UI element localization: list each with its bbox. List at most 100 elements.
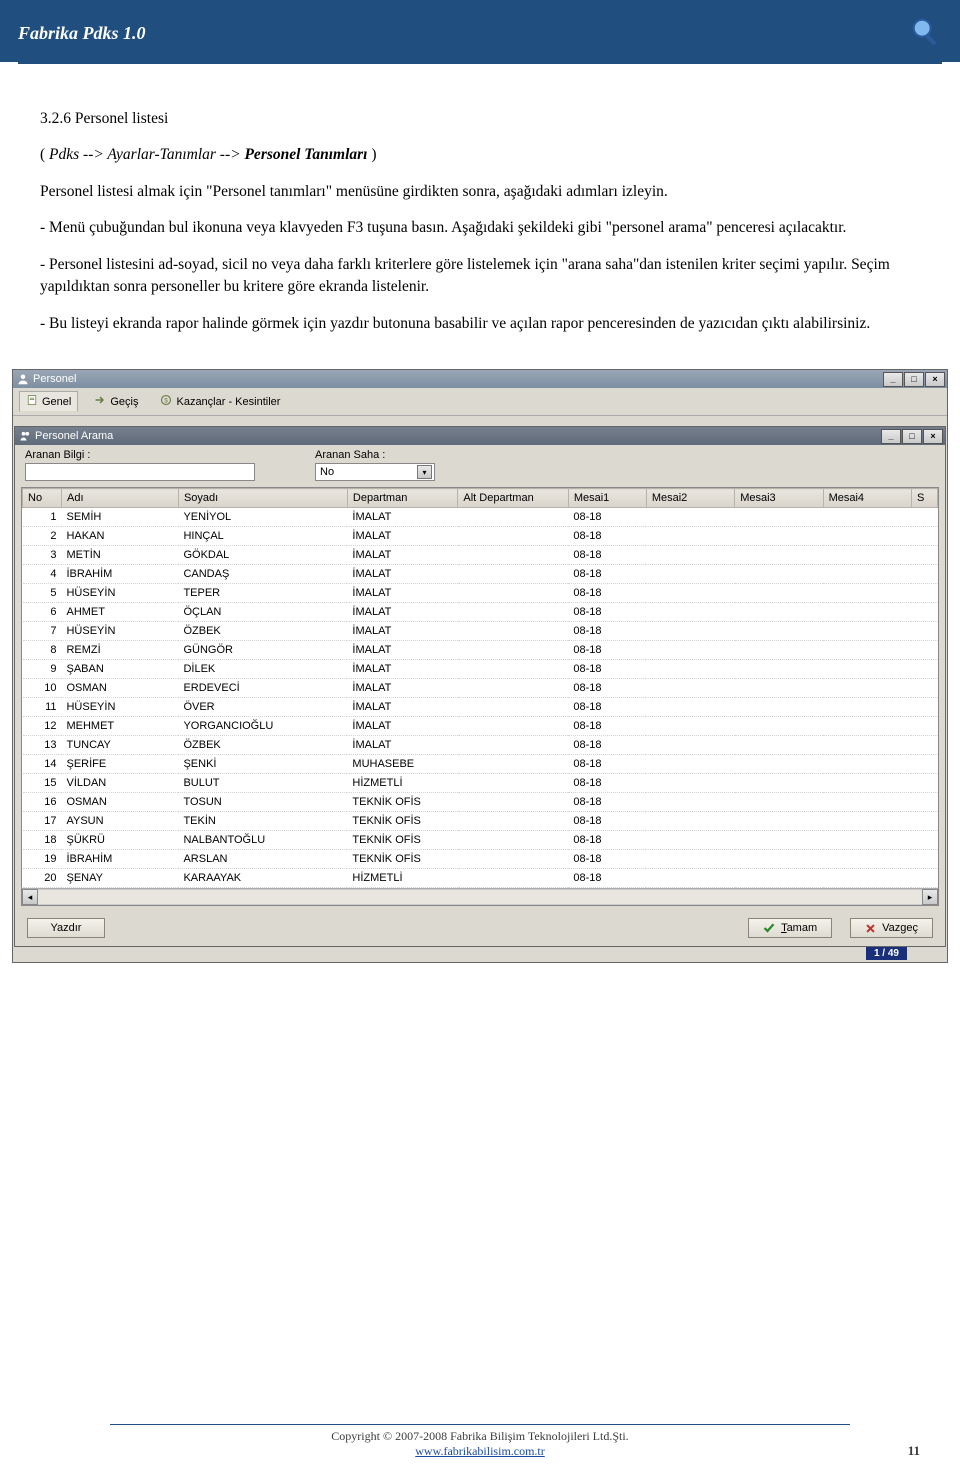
table-row[interactable]: 15VİLDANBULUTHİZMETLİ08-18 <box>23 774 938 793</box>
scroll-right-icon[interactable]: ▸ <box>922 889 938 905</box>
table-cell: OSMAN <box>61 679 178 698</box>
bc-open: ( <box>40 146 49 163</box>
table-cell <box>911 584 937 603</box>
svg-text:$: $ <box>165 399 169 405</box>
th-no[interactable]: No <box>23 489 62 508</box>
inner-close-button[interactable]: × <box>923 429 943 444</box>
table-cell: MUHASEBE <box>347 755 457 774</box>
scroll-track[interactable] <box>38 889 922 905</box>
table-cell <box>458 774 568 793</box>
table-cell: HÜSEYİN <box>61 622 178 641</box>
aranan-saha-select[interactable]: No <box>315 463 435 481</box>
table-row[interactable]: 3METİNGÖKDALİMALAT08-18 <box>23 546 938 565</box>
aranan-bilgi-label: Aranan Bilgi : <box>25 449 255 461</box>
table-row[interactable]: 4İBRAHİMCANDAŞİMALAT08-18 <box>23 565 938 584</box>
table-cell <box>458 869 568 888</box>
table-row[interactable]: 18ŞÜKRÜNALBANTOĞLUTEKNİK OFİS08-18 <box>23 831 938 850</box>
table-header-row: No Adı Soyadı Departman Alt Departman Me… <box>23 489 938 508</box>
personel-arama-window: Personel Arama _ □ × Aranan Bilgi : Aran… <box>14 426 946 947</box>
th-mesai2[interactable]: Mesai2 <box>646 489 734 508</box>
th-mesai4[interactable]: Mesai4 <box>823 489 911 508</box>
paragraph-3: - Personel listesini ad-soyad, sicil no … <box>40 254 920 299</box>
ok-button-label: Tamam <box>781 922 817 934</box>
copyright-text: Copyright © 2007-2008 Fabrika Bilişim Te… <box>0 1429 960 1444</box>
th-s[interactable]: S <box>911 489 937 508</box>
table-cell: ŞERİFE <box>61 755 178 774</box>
th-mesai3[interactable]: Mesai3 <box>735 489 823 508</box>
table-row[interactable]: 16OSMANTOSUNTEKNİK OFİS08-18 <box>23 793 938 812</box>
table-cell <box>823 755 911 774</box>
table-cell <box>823 641 911 660</box>
th-mesai1[interactable]: Mesai1 <box>568 489 646 508</box>
table-row[interactable]: 9ŞABANDİLEKİMALAT08-18 <box>23 660 938 679</box>
th-altdepartman[interactable]: Alt Departman <box>458 489 568 508</box>
close-button[interactable]: × <box>925 372 945 387</box>
footer-link[interactable]: www.fabrikabilisim.com.tr <box>415 1444 545 1458</box>
table-row[interactable]: 6AHMETÖÇLANİMALAT08-18 <box>23 603 938 622</box>
tab-kazanclar[interactable]: $ Kazançlar - Kesintiler <box>154 392 286 411</box>
table-cell: 08-18 <box>568 831 646 850</box>
th-ad[interactable]: Adı <box>61 489 178 508</box>
table-cell: 16 <box>23 793 62 812</box>
maximize-button[interactable]: □ <box>904 372 924 387</box>
table-cell <box>458 622 568 641</box>
table-cell <box>646 546 734 565</box>
table-cell <box>458 850 568 869</box>
table-row[interactable]: 19İBRAHİMARSLANTEKNİK OFİS08-18 <box>23 850 938 869</box>
table-cell <box>823 831 911 850</box>
table-row[interactable]: 8REMZİGÜNGÖRİMALAT08-18 <box>23 641 938 660</box>
page-footer: Copyright © 2007-2008 Fabrika Bilişim Te… <box>0 1424 960 1460</box>
table-cell: 08-18 <box>568 584 646 603</box>
table-cell <box>823 717 911 736</box>
table-row[interactable]: 11HÜSEYİNÖVERİMALAT08-18 <box>23 698 938 717</box>
table-cell <box>646 736 734 755</box>
minimize-button[interactable]: _ <box>883 372 903 387</box>
cancel-button[interactable]: Vazgeç <box>850 918 933 938</box>
table-row[interactable]: 20ŞENAYKARAAYAKHİZMETLİ08-18 <box>23 869 938 888</box>
table-cell <box>911 546 937 565</box>
table-cell <box>458 831 568 850</box>
table-row[interactable]: 12MEHMETYORGANCIOĞLUİMALAT08-18 <box>23 717 938 736</box>
table-cell: 08-18 <box>568 660 646 679</box>
print-button[interactable]: Yazdır <box>27 918 105 938</box>
personel-arama-titlebar[interactable]: Personel Arama _ □ × <box>15 427 945 445</box>
table-row[interactable]: 13TUNCAYÖZBEKİMALAT08-18 <box>23 736 938 755</box>
inner-maximize-button[interactable]: □ <box>902 429 922 444</box>
inner-minimize-button[interactable]: _ <box>881 429 901 444</box>
table-cell <box>646 831 734 850</box>
ok-button[interactable]: Tamam <box>748 918 832 938</box>
th-soyad[interactable]: Soyadı <box>178 489 347 508</box>
arrow-icon <box>94 394 106 409</box>
table-cell: REMZİ <box>61 641 178 660</box>
horizontal-scrollbar[interactable]: ◂ ▸ <box>22 888 938 905</box>
scroll-left-icon[interactable]: ◂ <box>22 889 38 905</box>
record-counter: 1 / 49 <box>866 947 907 960</box>
table-cell: ÖVER <box>178 698 347 717</box>
table-cell: İMALAT <box>347 508 457 527</box>
table-cell <box>646 622 734 641</box>
table-cell <box>911 641 937 660</box>
table-row[interactable]: 10OSMANERDEVECİİMALAT08-18 <box>23 679 938 698</box>
aranan-bilgi-input[interactable] <box>25 463 255 481</box>
table-cell: İMALAT <box>347 698 457 717</box>
table-cell: 08-18 <box>568 869 646 888</box>
table-row[interactable]: 14ŞERİFEŞENKİMUHASEBE08-18 <box>23 755 938 774</box>
table-row[interactable]: 7HÜSEYİNÖZBEKİMALAT08-18 <box>23 622 938 641</box>
tab-gecis[interactable]: Geçiş <box>88 392 144 411</box>
aranan-saha-label: Aranan Saha : <box>315 449 435 461</box>
table-cell <box>735 774 823 793</box>
table-row[interactable]: 1SEMİHYENİYOLİMALAT08-18 <box>23 508 938 527</box>
table-cell: NALBANTOĞLU <box>178 831 347 850</box>
table-row[interactable]: 5HÜSEYİNTEPERİMALAT08-18 <box>23 584 938 603</box>
table-cell: 5 <box>23 584 62 603</box>
table-cell: TEKNİK OFİS <box>347 831 457 850</box>
table-cell: 4 <box>23 565 62 584</box>
table-cell <box>823 622 911 641</box>
tab-genel[interactable]: Genel <box>19 391 78 412</box>
table-cell <box>646 774 734 793</box>
personel-titlebar[interactable]: Personel _ □ × <box>13 370 947 388</box>
page-title: Fabrika Pdks 1.0 <box>18 23 146 44</box>
table-row[interactable]: 17AYSUNTEKİNTEKNİK OFİS08-18 <box>23 812 938 831</box>
th-departman[interactable]: Departman <box>347 489 457 508</box>
table-row[interactable]: 2HAKANHINÇALİMALAT08-18 <box>23 527 938 546</box>
